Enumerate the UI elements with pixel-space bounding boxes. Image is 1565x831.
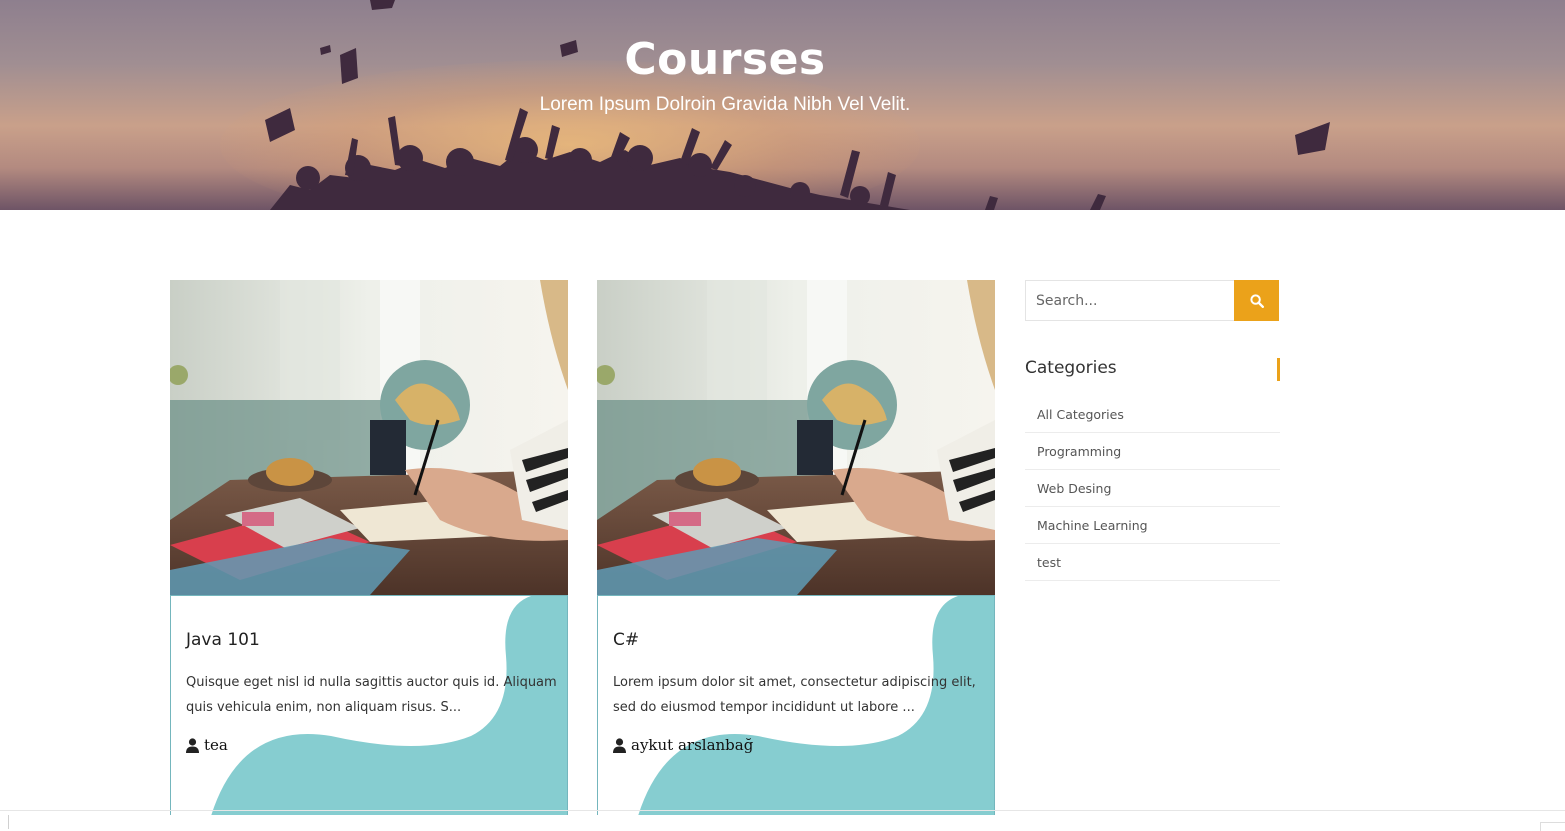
author-name: aykut arslanbağ (631, 736, 754, 754)
bottom-divider (0, 810, 1565, 811)
course-author: tea (186, 736, 228, 754)
course-card-java[interactable]: Java 101 Quisque eget nisl id nulla sagi… (170, 280, 568, 815)
category-machine-learning[interactable]: Machine Learning (1025, 507, 1280, 544)
user-icon (186, 737, 199, 753)
page-title: Courses (624, 34, 826, 85)
course-photo[interactable] (170, 280, 568, 595)
category-programming[interactable]: Programming (1025, 433, 1280, 470)
categories-title: Categories (1025, 358, 1117, 378)
category-web-desing[interactable]: Web Desing (1025, 470, 1280, 507)
search-button[interactable] (1234, 280, 1279, 321)
course-title[interactable]: Java 101 (186, 630, 260, 650)
course-description: Quisque eget nisl id nulla sagittis auct… (186, 675, 557, 715)
user-icon (613, 737, 626, 753)
window-corner (1540, 822, 1565, 831)
category-all[interactable]: All Categories (1025, 396, 1280, 433)
search-icon (1249, 293, 1264, 308)
hero-banner: Courses Lorem Ipsum Dolroin Gravida Nibh… (0, 0, 1565, 210)
search-input[interactable] (1025, 280, 1234, 321)
course-title[interactable]: C# (613, 630, 639, 650)
scrollbar-edge (8, 815, 9, 829)
course-photo[interactable] (597, 280, 995, 595)
search-bar (1025, 280, 1279, 321)
author-name: tea (204, 736, 228, 754)
course-card-body: C# Lorem ipsum dolor sit amet, consectet… (597, 595, 995, 815)
category-test[interactable]: test (1025, 544, 1280, 581)
categories-list: All Categories Programming Web Desing Ma… (1025, 396, 1280, 581)
course-card-body: Java 101 Quisque eget nisl id nulla sagi… (170, 595, 568, 815)
course-description: Lorem ipsum dolor sit amet, consectetur … (613, 675, 976, 715)
accent-bar (1277, 358, 1280, 381)
page-subtitle: Lorem Ipsum Dolroin Gravida Nibh Vel Vel… (539, 94, 911, 115)
categories-heading: Categories (1025, 358, 1280, 382)
course-card-csharp[interactable]: C# Lorem ipsum dolor sit amet, consectet… (597, 280, 995, 815)
course-author: aykut arslanbağ (613, 736, 753, 754)
